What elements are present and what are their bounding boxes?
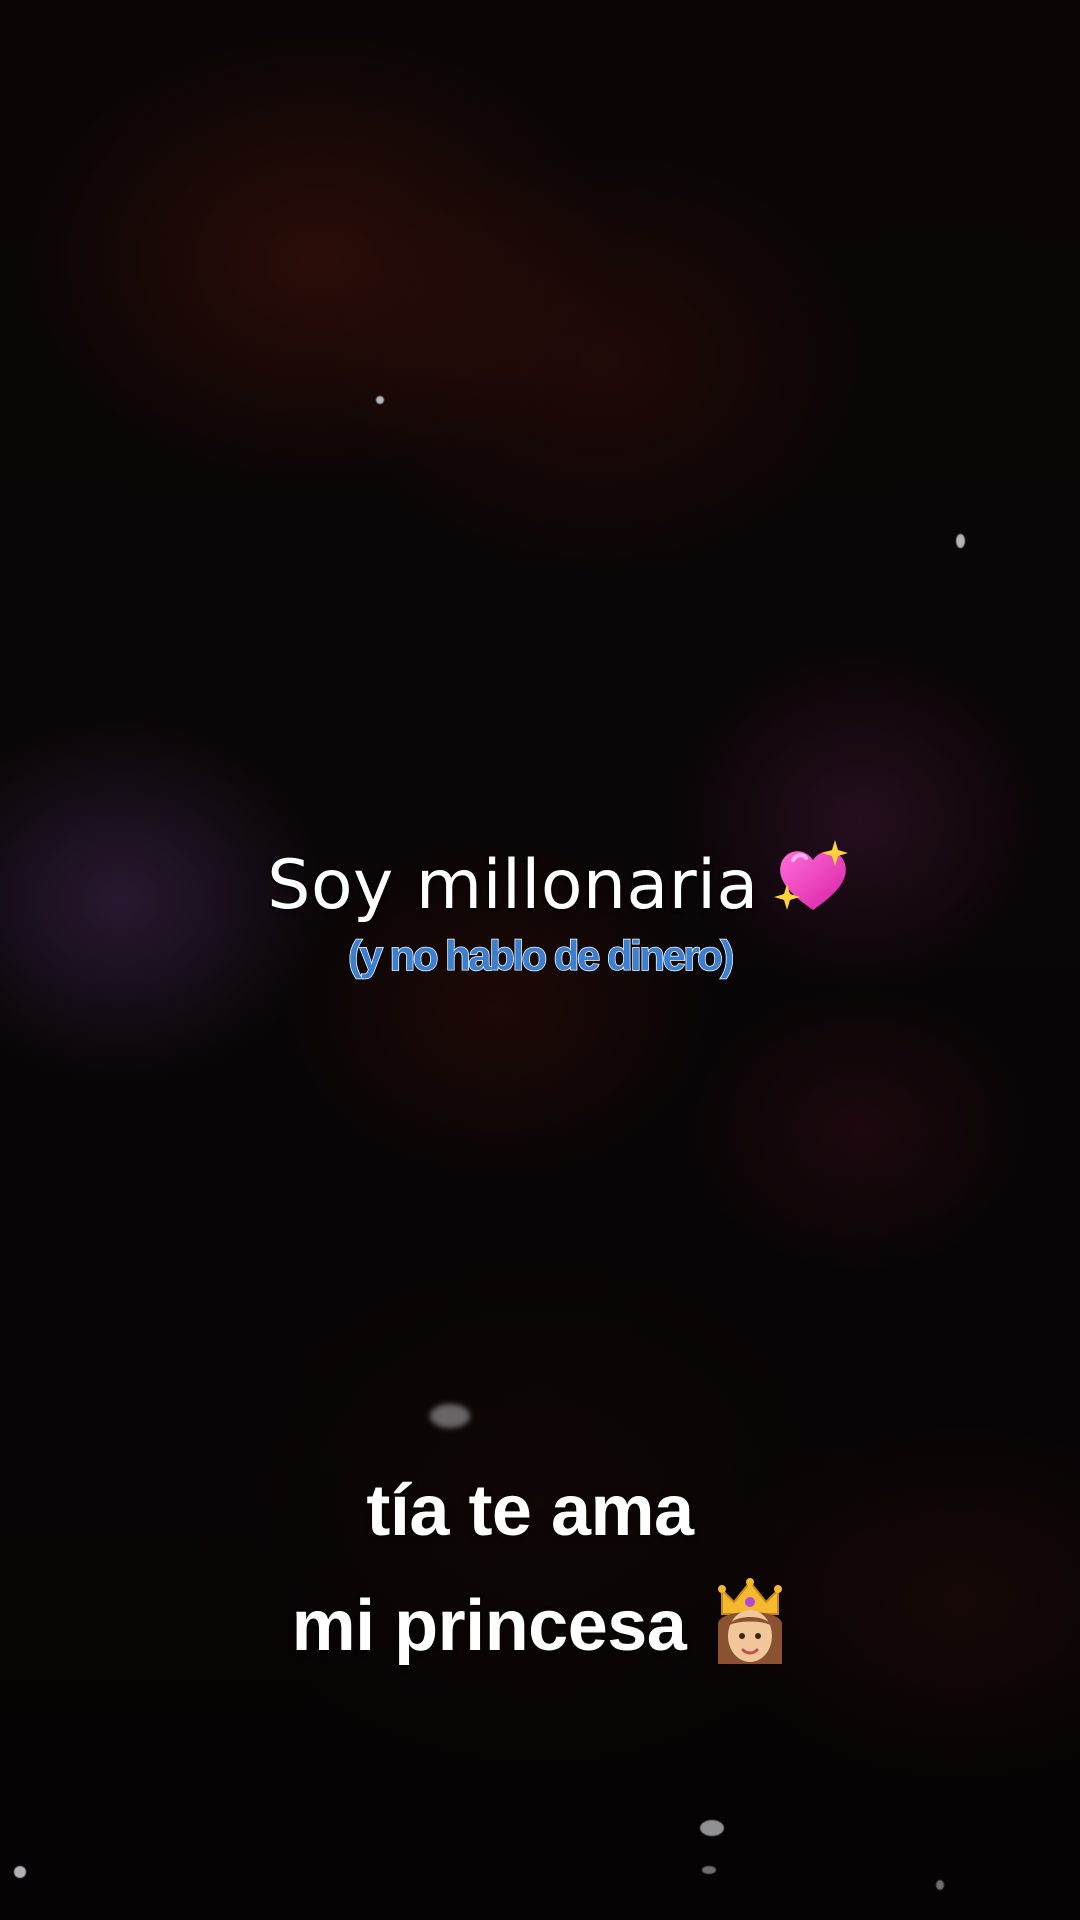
dust-speck xyxy=(376,396,384,404)
caption-line-2-text: mi princesa xyxy=(291,1586,687,1666)
dust-speck xyxy=(430,1404,470,1428)
dust-speck xyxy=(702,1866,716,1874)
princess-icon xyxy=(718,1578,783,1664)
caption-line-1-text: tía te ama xyxy=(366,1471,694,1551)
headline-text: Soy millonaria xyxy=(267,846,759,925)
dust-speck xyxy=(700,1820,724,1836)
sparkling-heart-icon xyxy=(773,840,848,910)
dust-speck xyxy=(14,1866,26,1878)
subline-row: (y no hablo de dinero) xyxy=(0,931,1080,980)
headline-text-row: Soy millonaria xyxy=(0,838,1080,925)
caption-line-2: mi princesa xyxy=(0,1576,1080,1668)
subline-text: (y no hablo de dinero) xyxy=(347,931,735,980)
dust-speck xyxy=(956,534,965,548)
caption-line-1: tía te ama xyxy=(0,1470,1080,1552)
video-frame: Soy millonaria (y no hablo de dinero) tí… xyxy=(0,0,1080,1920)
dust-speck xyxy=(936,1880,944,1890)
